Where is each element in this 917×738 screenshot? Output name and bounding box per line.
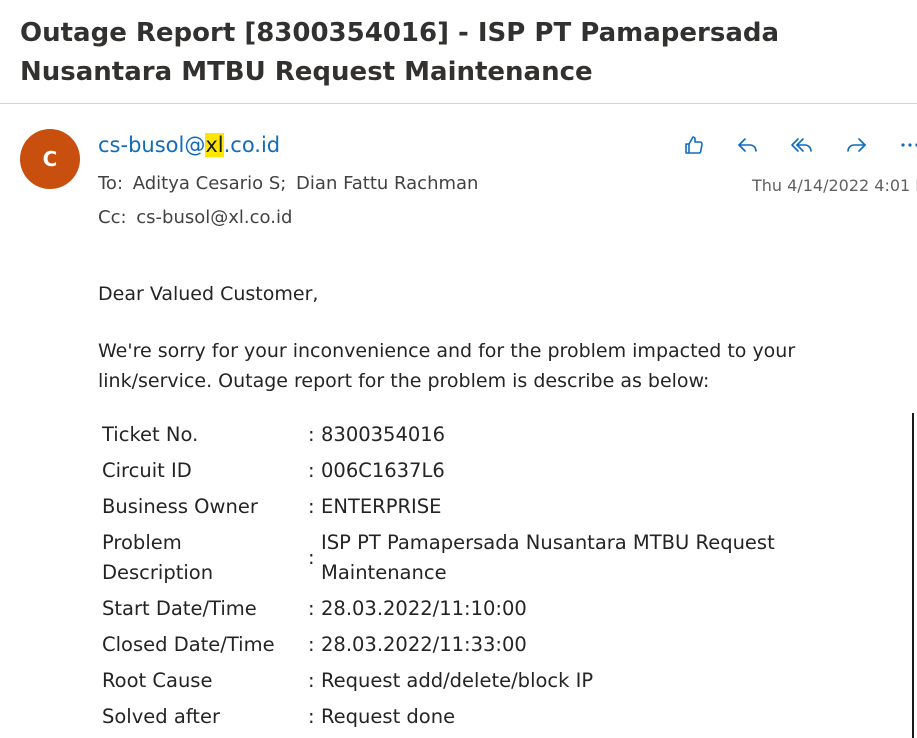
message-actions bbox=[678, 130, 917, 160]
sender-address[interactable]: cs-busol@xl.co.id bbox=[98, 133, 280, 157]
row-value: ENTERPRISE bbox=[321, 495, 442, 518]
row-value: Request done bbox=[321, 705, 456, 728]
row-label: Start Date/Time bbox=[102, 597, 257, 620]
row-colon: : bbox=[308, 546, 315, 569]
row-label: Solved after bbox=[102, 705, 220, 728]
row-label: Business Owner bbox=[102, 495, 258, 518]
avatar-initial: C bbox=[42, 147, 58, 171]
row-value: 006C1637L6 bbox=[321, 459, 445, 482]
cc-line: Cc: cs-busol@xl.co.id bbox=[98, 207, 292, 228]
row-colon: : bbox=[308, 459, 315, 482]
cc-recipient[interactable]: cs-busol@xl.co.id bbox=[136, 207, 292, 228]
forward-button[interactable] bbox=[840, 130, 872, 160]
intro-paragraph: We're sorry for your inconvenience and f… bbox=[98, 340, 796, 392]
row-label: Problem Description bbox=[102, 531, 214, 584]
to-line: To: Aditya Cesario S; Dian Fattu Rachman bbox=[98, 173, 478, 194]
reply-button[interactable] bbox=[732, 130, 764, 160]
received-date: Thu 4/14/2022 4:01 P bbox=[752, 176, 917, 195]
reply-icon bbox=[738, 138, 757, 152]
row-colon: : bbox=[308, 423, 315, 446]
avatar[interactable]: C bbox=[20, 129, 80, 189]
cc-label: Cc: bbox=[98, 207, 127, 228]
row-colon: : bbox=[308, 597, 315, 620]
more-actions-button[interactable] bbox=[894, 130, 917, 160]
row-label: Root Cause bbox=[102, 669, 213, 692]
row-label: Closed Date/Time bbox=[102, 633, 275, 656]
more-icon bbox=[901, 143, 917, 147]
row-colon: : bbox=[308, 669, 315, 692]
like-button[interactable] bbox=[678, 130, 710, 160]
subject-header: Outage Report [8300354016] - ISP PT Pama… bbox=[0, 0, 917, 104]
row-colon: : bbox=[308, 705, 315, 728]
row-value: 28.03.2022/11:33:00 bbox=[321, 633, 527, 656]
row-value: Request add/delete/block IP bbox=[321, 669, 594, 692]
greeting: Dear Valued Customer, bbox=[98, 283, 319, 305]
row-value: 28.03.2022/11:10:00 bbox=[321, 597, 527, 620]
row-value: ISP PT Pamapersada Nusantara MTBU Reques… bbox=[321, 531, 775, 584]
reading-pane-border bbox=[912, 413, 914, 738]
row-value: 8300354016 bbox=[321, 423, 446, 446]
recipient-dian[interactable]: Dian Fattu Rachman bbox=[296, 173, 478, 194]
forward-icon bbox=[847, 138, 866, 152]
reply-all-icon bbox=[791, 138, 812, 152]
row-colon: : bbox=[308, 495, 315, 518]
to-label: To: bbox=[98, 173, 124, 194]
email-subject: Outage Report [8300354016] - ISP PT Pama… bbox=[20, 18, 780, 87]
thumbs-up-icon bbox=[685, 136, 703, 154]
sender-address-start: cs-busol@ bbox=[98, 133, 206, 157]
search-highlight: xl bbox=[205, 133, 224, 157]
row-label: Ticket No. bbox=[102, 423, 199, 446]
row-label: Circuit ID bbox=[102, 459, 192, 482]
recipient-aditya[interactable]: Aditya Cesario S; bbox=[133, 173, 287, 194]
reply-all-button[interactable] bbox=[786, 130, 818, 160]
row-colon: : bbox=[308, 633, 315, 656]
sender-address-end: .co.id bbox=[223, 133, 281, 157]
